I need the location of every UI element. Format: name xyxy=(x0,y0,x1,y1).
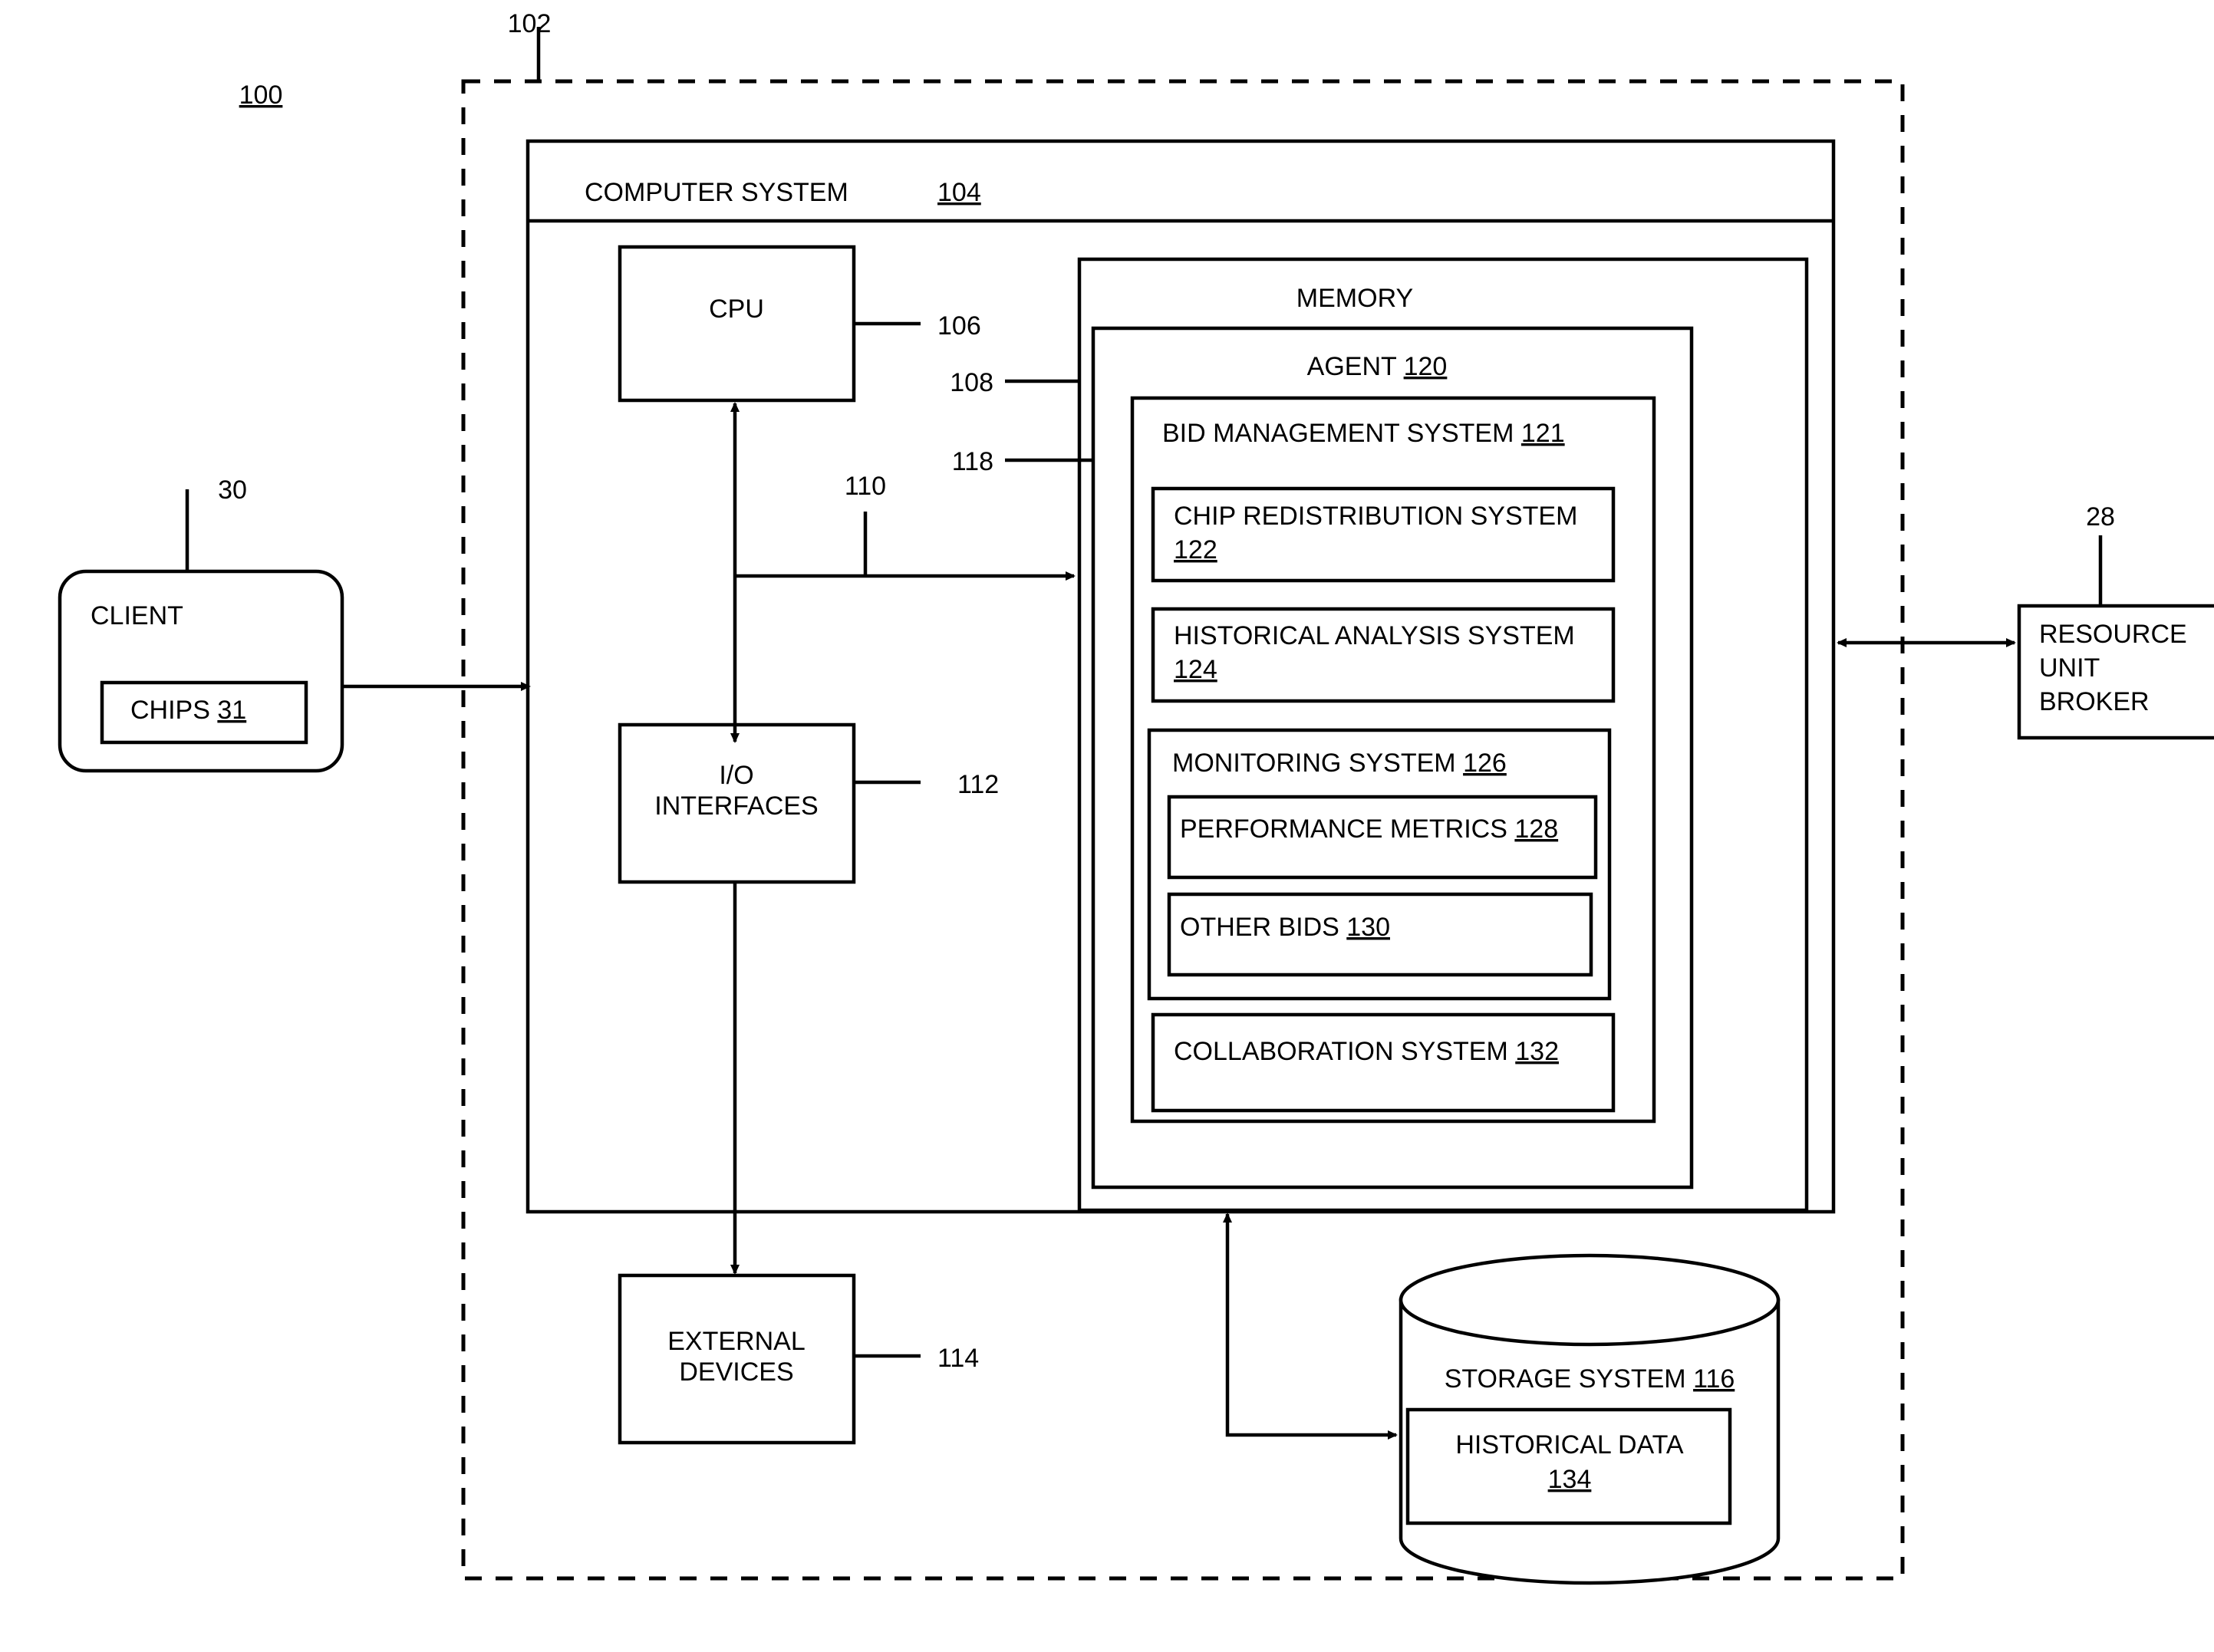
bid-management-system-label: BID MANAGEMENT SYSTEM 121 xyxy=(1162,419,1565,448)
resource-unit-broker-line1: RESOURCE xyxy=(2039,620,2187,649)
memory-label: MEMORY xyxy=(1296,284,1413,313)
chip-redistribution-system-node: CHIP REDISTRIBUTION SYSTEM 122 xyxy=(1151,486,1616,583)
storage-system-label-text: STORAGE SYSTEM xyxy=(1445,1364,1686,1394)
memory-rect xyxy=(1077,257,1809,1213)
cpu-node[interactable]: CPU 106 xyxy=(618,245,981,403)
resource-unit-broker-ref-28: 28 xyxy=(2086,502,2115,531)
computer-system-ref-104: 104 xyxy=(937,178,981,207)
io-interfaces-label-line2: INTERFACES xyxy=(654,791,818,821)
monitoring-system-ref-126: 126 xyxy=(1463,749,1507,778)
storage-system-label: STORAGE SYSTEM 116 xyxy=(1445,1364,1735,1394)
historical-analysis-system-label: HISTORICAL ANALYSIS SYSTEM xyxy=(1174,621,1575,650)
resource-unit-broker-line2: UNIT xyxy=(2039,653,2100,683)
historical-data-label: HISTORICAL DATA xyxy=(1455,1430,1684,1459)
historical-analysis-system-ref-124: 124 xyxy=(1174,655,1217,684)
chip-redistribution-system-ref-122: 122 xyxy=(1174,535,1217,564)
environment-ref-102-text: 102 xyxy=(508,9,552,38)
io-interfaces-label-line1: I/O xyxy=(719,761,753,790)
client-node[interactable]: 30 CLIENT CHIPS 31 xyxy=(58,476,344,773)
patent-block-diagram: 100 102 30 CLIENT CHIPS 31 COMPUTER SYST… xyxy=(58,9,2214,1585)
bid-management-system-ref-121: 121 xyxy=(1521,419,1565,448)
chips-label: CHIPS 31 xyxy=(130,696,246,725)
agent-ref-118: 118 xyxy=(952,447,993,476)
external-devices-label-line1: EXTERNAL xyxy=(667,1327,806,1356)
io-interfaces-node[interactable]: I/O INTERFACES 112 xyxy=(618,722,999,884)
cpu-rect[interactable] xyxy=(618,245,856,403)
agent-label-text: AGENT xyxy=(1307,352,1397,381)
storage-system-ref-116: 116 xyxy=(1693,1364,1735,1394)
computer-system-label: COMPUTER SYSTEM xyxy=(585,178,848,207)
historical-analysis-system-node: HISTORICAL ANALYSIS SYSTEM 124 xyxy=(1151,607,1616,703)
external-devices-label-line2: DEVICES xyxy=(679,1357,793,1387)
cpu-label: CPU xyxy=(709,295,764,324)
storage-to-computer-system-arrow xyxy=(1223,1213,1398,1440)
historical-data-ref-134: 134 xyxy=(1548,1465,1592,1494)
performance-metrics-label: PERFORMANCE METRICS 128 xyxy=(1180,814,1558,844)
collaboration-system-ref-132: 132 xyxy=(1515,1037,1559,1066)
collaboration-system-label: COLLABORATION SYSTEM 132 xyxy=(1174,1037,1559,1066)
bid-management-system-label-text: BID MANAGEMENT SYSTEM xyxy=(1162,419,1514,448)
chips-label-text: CHIPS xyxy=(130,696,210,725)
other-bids-ref-130: 130 xyxy=(1346,913,1390,942)
collaboration-system-node: COLLABORATION SYSTEM 132 xyxy=(1151,1012,1616,1113)
figure-canvas: 100 102 30 CLIENT CHIPS 31 COMPUTER SYST… xyxy=(0,0,2214,1652)
other-bids-label-text: OTHER BIDS xyxy=(1180,913,1339,942)
performance-metrics-ref-128: 128 xyxy=(1514,814,1558,844)
figure-ref-100: 100 xyxy=(239,81,283,110)
bus-ref-110: 110 xyxy=(845,472,886,501)
other-bids-label: OTHER BIDS 130 xyxy=(1180,913,1390,942)
io-interfaces-ref-112: 112 xyxy=(957,770,999,799)
monitoring-system-label-text: MONITORING SYSTEM xyxy=(1172,749,1456,778)
memory-node: 108 MEMORY xyxy=(950,257,1809,1213)
monitoring-system-label: MONITORING SYSTEM 126 xyxy=(1172,749,1507,778)
resource-unit-broker-node[interactable]: 28 RESOURCE UNIT BROKER xyxy=(2017,502,2214,740)
resource-unit-broker-line3: BROKER xyxy=(2039,687,2150,716)
agent-ref-120: 120 xyxy=(1404,352,1448,381)
system-bus: 110 xyxy=(730,402,1076,743)
figure-ref-100-text: 100 xyxy=(239,81,283,110)
collaboration-system-label-text: COLLABORATION SYSTEM xyxy=(1174,1037,1508,1066)
cpu-ref-106: 106 xyxy=(937,311,981,341)
external-devices-node[interactable]: EXTERNAL DEVICES 114 xyxy=(618,1273,979,1445)
storage-cylinder-top xyxy=(1399,1253,1781,1347)
storage-system-node: STORAGE SYSTEM 116 HISTORICAL DATA 134 xyxy=(1399,1253,1781,1585)
client-label: CLIENT xyxy=(91,601,183,630)
agent-label: AGENT 120 xyxy=(1307,352,1448,381)
client-ref-30-text: 30 xyxy=(218,476,247,505)
chips-ref-31: 31 xyxy=(217,696,246,725)
performance-metrics-label-text: PERFORMANCE METRICS xyxy=(1180,814,1507,844)
chip-redistribution-system-label: CHIP REDISTRIBUTION SYSTEM xyxy=(1174,502,1577,531)
external-devices-ref-114: 114 xyxy=(937,1344,979,1373)
monitoring-system-node: MONITORING SYSTEM 126 PERFORMANCE METRIC… xyxy=(1147,728,1612,1001)
memory-ref-108: 108 xyxy=(950,368,993,397)
